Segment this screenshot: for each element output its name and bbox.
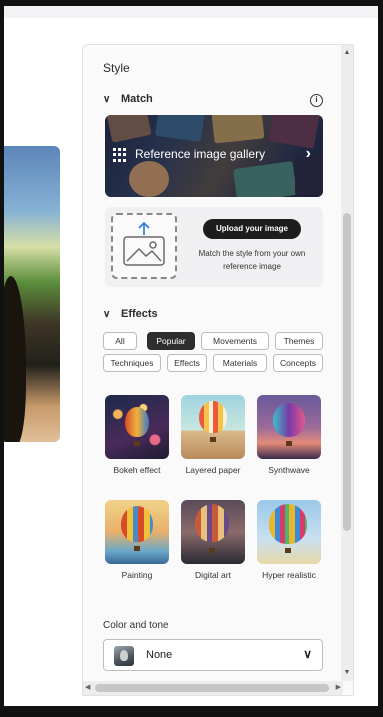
filter-chip-concepts[interactable]: Concepts (273, 354, 323, 372)
upload-image-dropzone[interactable] (111, 213, 177, 279)
canvas-image-preview[interactable] (4, 146, 60, 442)
effect-label: Layered paper (185, 465, 241, 475)
effect-label: Digital art (195, 570, 231, 580)
dropdown-caret-icon: ∨ (303, 647, 312, 661)
balloon-basket (286, 441, 292, 446)
balloon-basket (285, 548, 291, 553)
chevron-down-icon: ∨ (103, 308, 111, 320)
panel-title: Style (103, 61, 130, 75)
effect-thumbnail (105, 395, 169, 459)
chevron-right-icon: › (305, 145, 311, 162)
balloon-basket (209, 548, 215, 553)
effects-section-header[interactable]: ∨ Effects (103, 308, 158, 320)
horizontal-scrollbar[interactable]: ◀ ▶ (83, 681, 343, 695)
upload-reference-card: Upload your image Match the style from y… (105, 207, 323, 287)
balloon-shape (269, 504, 307, 544)
balloon-basket (134, 546, 140, 551)
effect-item[interactable]: Synthwave (257, 395, 321, 475)
info-icon[interactable]: i (310, 94, 323, 107)
balloon-shape (121, 506, 153, 542)
effect-item[interactable]: Painting (105, 500, 169, 580)
effect-item[interactable]: Bokeh effect (105, 395, 169, 475)
effect-label: Synthwave (268, 465, 310, 475)
top-strip (4, 6, 378, 18)
effect-thumbnail (105, 500, 169, 564)
scroll-up-arrow-icon[interactable]: ▲ (343, 49, 351, 57)
balloon-basket (210, 437, 216, 442)
app-window: Style ∨ Match i Reference image gallery (4, 6, 378, 706)
effect-item[interactable]: Hyper realistic (257, 500, 321, 580)
horizontal-scroll-thumb[interactable] (95, 684, 329, 692)
effect-thumbnail (257, 500, 321, 564)
color-tone-select[interactable]: None ∨ (103, 639, 323, 671)
filter-chip-techniques[interactable]: Techniques (103, 354, 161, 372)
style-panel-content: Style ∨ Match i Reference image gallery (83, 45, 343, 683)
vertical-scrollbar[interactable]: ▲ ▼ (341, 45, 353, 681)
scroll-right-arrow-icon[interactable]: ▶ (336, 684, 341, 692)
filter-chip-popular[interactable]: Popular (147, 332, 195, 350)
balloon-shape (199, 401, 227, 433)
filter-chip-movements[interactable]: Movements (201, 332, 269, 350)
scroll-left-arrow-icon[interactable]: ◀ (85, 684, 90, 692)
canvas-image-detail (4, 276, 26, 442)
balloon-shape (125, 407, 149, 437)
color-tone-label: Color and tone (103, 620, 169, 631)
filter-chip-themes[interactable]: Themes (275, 332, 323, 350)
style-panel: Style ∨ Match i Reference image gallery (82, 44, 354, 696)
color-tone-swatch (114, 646, 134, 666)
effect-thumbnail (181, 395, 245, 459)
gallery-grid-icon (113, 148, 127, 162)
effect-label: Painting (121, 570, 153, 580)
effect-item[interactable]: Layered paper (181, 395, 245, 475)
balloon-shape (195, 504, 229, 542)
effect-label: Hyper realistic (262, 570, 316, 580)
upload-description: Match the style from your own reference … (198, 249, 306, 271)
effect-item[interactable]: Digital art (181, 500, 245, 580)
gallery-label: Reference image gallery (135, 147, 266, 161)
filter-chip-materials[interactable]: Materials (213, 354, 267, 372)
reference-image-gallery-button[interactable]: Reference image gallery › (105, 115, 323, 197)
effect-label: Bokeh effect (113, 465, 161, 475)
vertical-scroll-thumb[interactable] (343, 213, 351, 531)
effect-thumbnail (257, 395, 321, 459)
balloon-shape (273, 403, 305, 437)
chevron-down-icon: ∨ (103, 93, 111, 105)
match-header-label: Match (121, 93, 153, 105)
balloon-basket (134, 441, 140, 446)
match-section-header[interactable]: ∨ Match (103, 93, 153, 105)
effect-thumbnail (181, 500, 245, 564)
upload-image-icon (123, 221, 165, 266)
scroll-down-arrow-icon[interactable]: ▼ (343, 669, 351, 677)
effects-header-label: Effects (121, 308, 158, 320)
filter-chip-all[interactable]: All (103, 332, 137, 350)
upload-image-button[interactable]: Upload your image (203, 219, 301, 239)
filter-chip-effects[interactable]: Effects (167, 354, 207, 372)
color-tone-value: None (146, 649, 173, 661)
